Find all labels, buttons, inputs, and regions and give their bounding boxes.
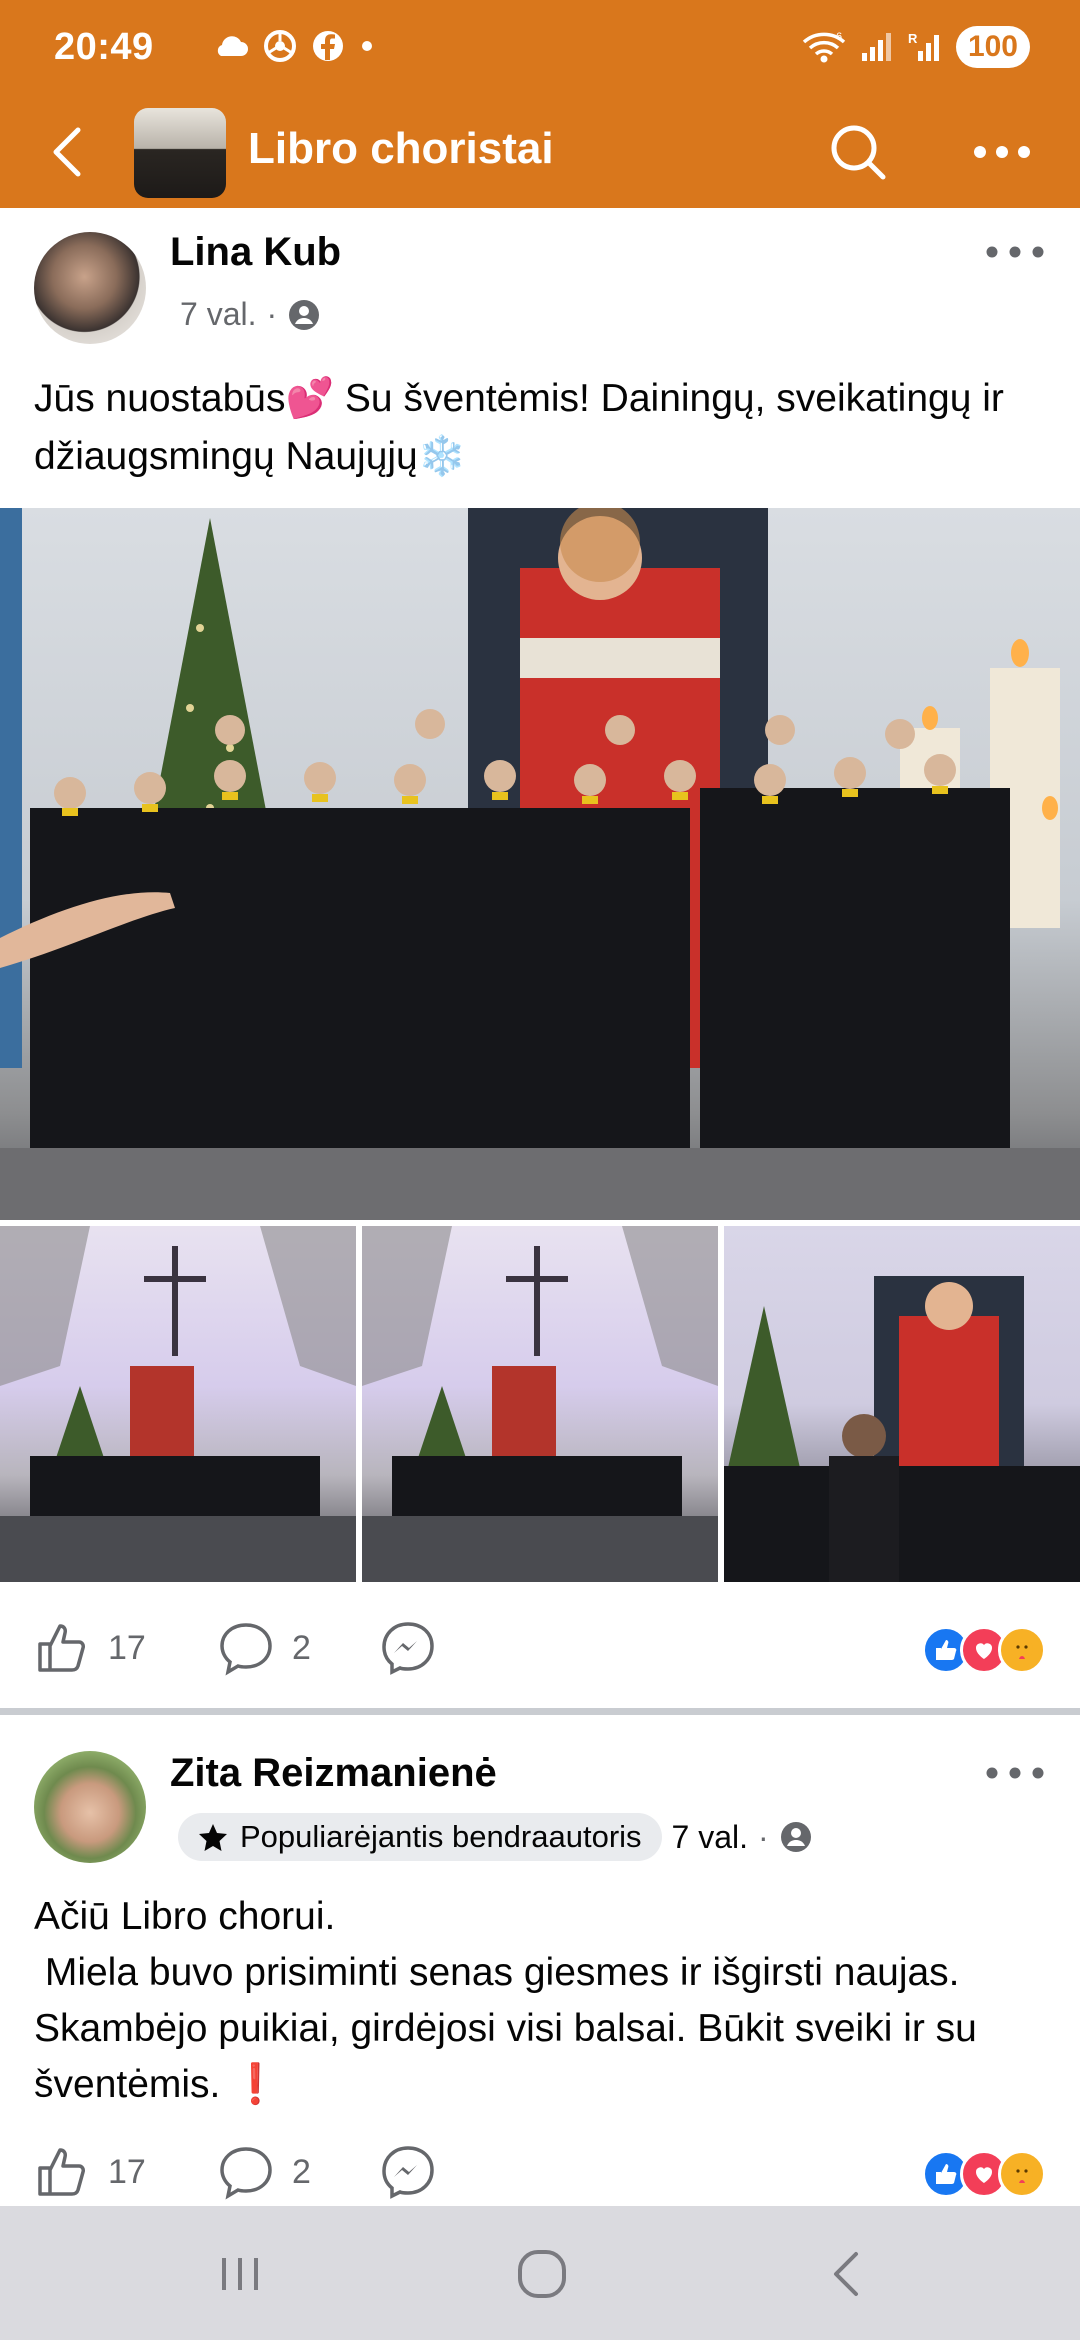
- reaction-summary[interactable]: [922, 2150, 1046, 2198]
- post-photo-main[interactable]: [0, 508, 1080, 1220]
- messenger-share-icon[interactable]: [380, 1620, 436, 1676]
- badge-label: Populiarėjantis bendraautoris: [240, 1819, 642, 1854]
- facebook-icon: [313, 31, 343, 61]
- like-count: 17: [108, 2152, 146, 2191]
- post-text-line: Ačiū Libro chorui.: [34, 1895, 336, 1938]
- recent-apps-icon[interactable]: [210, 2246, 270, 2302]
- post-card: Lina Kub 7 val. · Jūs nuostabūs💕 Su šven…: [0, 208, 1080, 1718]
- back-nav-icon[interactable]: [816, 2246, 876, 2302]
- comment-count: 2: [292, 2152, 311, 2191]
- post-divider: [0, 1708, 1080, 1715]
- chrome-icon: [264, 30, 296, 62]
- dot-icon: [362, 41, 372, 51]
- like-button[interactable]: 17: [34, 2144, 146, 2200]
- meta-separator: ·: [758, 1818, 769, 1855]
- comment-button[interactable]: 2: [218, 2144, 311, 2200]
- post-card: Zita Reizmanienė Populiarėjantis bendraa…: [0, 1715, 1080, 2206]
- choir-closeup-illustration: [724, 1276, 1080, 1582]
- post-text: Ačiū Libro chorui. Miela buvo prisiminti…: [34, 1889, 1040, 2113]
- like-icon: [38, 2148, 85, 2196]
- post-text-part: Jūs nuostabūs: [34, 377, 286, 420]
- church-interior-illustration: [0, 1226, 356, 1582]
- comment-button[interactable]: 2: [218, 1620, 311, 1676]
- comment-count: 2: [292, 1628, 311, 1667]
- post-meta: Populiarėjantis bendraautoris 7 val. ·: [178, 1813, 813, 1861]
- svg-text:6: 6: [836, 31, 842, 43]
- messenger-share-icon[interactable]: [380, 2144, 436, 2200]
- reaction-summary[interactable]: [922, 1626, 1046, 1674]
- care-reaction-icon: [998, 2150, 1046, 2198]
- status-system-icons: 6 R 100: [802, 26, 1030, 68]
- group-members-icon: [780, 1822, 811, 1852]
- meta-separator: ·: [266, 296, 278, 332]
- exclamation-emoji: ❗: [231, 2063, 280, 2106]
- post-actions: 17 2: [0, 1610, 1080, 1690]
- app-header: 20:49 6 R 100 Libro choristai: [0, 0, 1080, 208]
- home-icon[interactable]: [512, 2246, 572, 2302]
- post-author[interactable]: Lina Kub: [170, 230, 341, 275]
- post-more-icon[interactable]: [980, 232, 1050, 272]
- post-photo-thumb[interactable]: [724, 1226, 1080, 1582]
- like-icon: [38, 1624, 85, 1672]
- comment-icon: [220, 1623, 272, 1676]
- post-text: Jūs nuostabūs💕 Su šventėmis! Dainingų, s…: [34, 370, 1040, 486]
- post-text-line: Miela buvo prisiminti senas giesmes ir i…: [34, 1945, 1040, 2113]
- search-icon[interactable]: [826, 120, 890, 184]
- group-cover-thumbnail[interactable]: [134, 108, 226, 198]
- group-members-icon: [289, 299, 320, 330]
- post-photo-thumb[interactable]: [362, 1226, 718, 1582]
- svg-text:R: R: [908, 31, 918, 46]
- avatar[interactable]: [34, 1751, 146, 1863]
- care-reaction-icon: [998, 1626, 1046, 1674]
- more-options-icon[interactable]: [970, 126, 1034, 178]
- avatar[interactable]: [34, 232, 146, 344]
- group-title[interactable]: Libro choristai: [248, 124, 554, 174]
- choir-photo-illustration: [0, 508, 1080, 1220]
- wifi-icon: 6: [802, 31, 846, 63]
- post-author[interactable]: Zita Reizmanienė: [170, 1751, 497, 1796]
- like-button[interactable]: 17: [34, 1620, 146, 1676]
- hearts-emoji: 💕: [285, 377, 335, 420]
- like-count: 17: [108, 1628, 146, 1667]
- star-icon: [199, 1824, 227, 1851]
- status-notification-icons: [212, 30, 374, 62]
- system-navigation-bar: [0, 2206, 1080, 2340]
- cloud-icon: [217, 36, 248, 56]
- church-interior-illustration: [362, 1226, 718, 1582]
- signal-icon: [861, 33, 891, 61]
- status-bar: 20:49 6 R 100: [0, 0, 1080, 100]
- post-text-part: Miela buvo prisiminti senas giesmes ir i…: [34, 1951, 988, 2106]
- signal-roaming-icon: R: [908, 31, 939, 61]
- battery-indicator: 100: [955, 26, 1030, 68]
- contributor-badge[interactable]: Populiarėjantis bendraautoris: [178, 1813, 662, 1861]
- group-header: Libro choristai: [0, 100, 1080, 208]
- post-meta: 7 val. ·: [180, 296, 321, 333]
- status-time: 20:49: [54, 26, 154, 68]
- snowflake-emoji: ❄️: [417, 435, 467, 478]
- post-more-icon[interactable]: [980, 1753, 1050, 1793]
- comment-icon: [220, 2147, 272, 2200]
- post-time[interactable]: 7 val.: [180, 296, 256, 333]
- post-photo-thumb[interactable]: [0, 1226, 356, 1582]
- back-arrow-icon[interactable]: [40, 122, 100, 182]
- post-time[interactable]: 7 val.: [672, 1819, 748, 1856]
